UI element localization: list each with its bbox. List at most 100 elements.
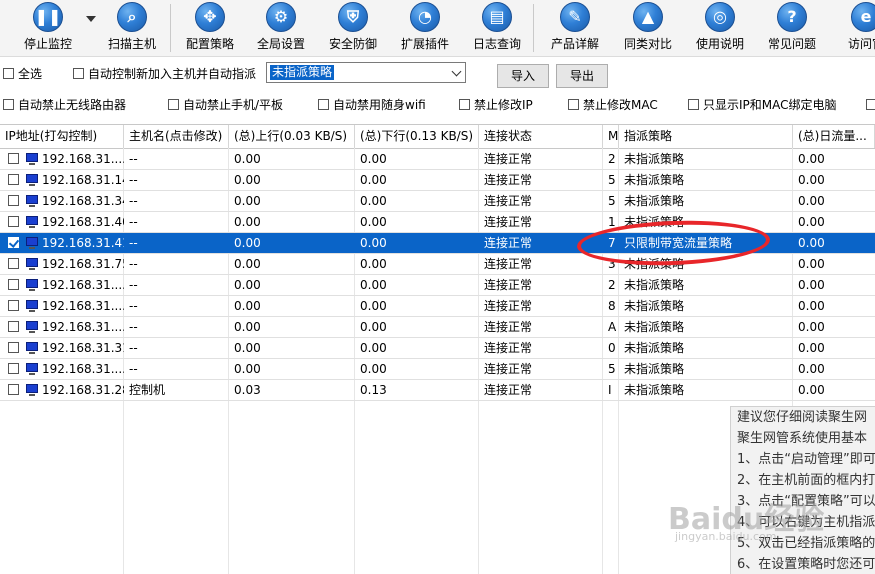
- cell-policy: 未指派策略: [624, 194, 685, 208]
- option-5[interactable]: 禁止修改MAC: [568, 97, 658, 113]
- option-2[interactable]: 自动禁止手机/平板: [168, 97, 283, 113]
- computer-icon: [26, 384, 38, 396]
- log-icon: ▤: [482, 2, 512, 32]
- select-all-checkbox[interactable]: [3, 68, 14, 79]
- toolbar-button-9[interactable]: ▲ 同类对比: [622, 0, 674, 56]
- import-button[interactable]: 导入: [497, 64, 549, 88]
- cell-status: 连接正常: [484, 362, 533, 376]
- cell-daily: 0.00: [798, 194, 825, 208]
- option-checkbox[interactable]: [688, 99, 699, 110]
- option-1[interactable]: 自动禁止无线路由器: [3, 97, 126, 113]
- toolbar: ❚❚ 停止监控 ⌕ 扫描主机 ✥ 配置策略 ⚙ 全局设置 ⛨ 安全防御 ◔ 扩展插件 ▤ 日志查询 ✎ 产品详…: [0, 0, 875, 57]
- cell-up: 0.00: [234, 173, 261, 187]
- option-checkbox[interactable]: [568, 99, 579, 110]
- chevron-down-icon[interactable]: [451, 66, 462, 77]
- cell-policy: 未指派策略: [624, 278, 685, 292]
- cell-down: 0.00: [360, 215, 387, 229]
- table-row[interactable]: 192.168.31.75 -- 0.00 0.00 连接正常 3 未指派策略 0.00: [0, 254, 875, 275]
- column-header[interactable]: 指派策略: [619, 125, 793, 148]
- row-checkbox[interactable]: [8, 195, 19, 206]
- column-header[interactable]: (总)上行(0.03 KB/S): [229, 125, 355, 148]
- cell-daily: 0.00: [798, 320, 825, 334]
- help-line: 2、在主机前面的框内打: [737, 473, 875, 488]
- table-row[interactable]: 192.168.31.... -- 0.00 0.00 连接正常 2 未指派策略 0.00: [0, 149, 875, 170]
- toolbar-button-label: 扫描主机: [107, 37, 156, 51]
- option-4[interactable]: 禁止修改IP: [459, 97, 533, 113]
- toolbar-button-10[interactable]: ◎ 使用说明: [694, 0, 746, 56]
- column-header[interactable]: (总)日流量...: [793, 125, 875, 148]
- question-icon: ?: [777, 2, 807, 32]
- option-checkbox[interactable]: [318, 99, 329, 110]
- cell-daily: 0.00: [798, 341, 825, 355]
- auto-control-option[interactable]: 自动控制新加入主机并自动指派: [73, 66, 256, 82]
- row-checkbox[interactable]: [8, 153, 19, 164]
- option-label: 自动禁用随身wifi: [333, 98, 426, 112]
- option-checkbox[interactable]: [168, 99, 179, 110]
- toolbar-button-11[interactable]: ? 常见问题: [766, 0, 818, 56]
- help-line: 6、在设置策略时您还可: [737, 557, 875, 572]
- row-checkbox[interactable]: [8, 342, 19, 353]
- cell-down: 0.13: [360, 383, 387, 397]
- table-row[interactable]: 192.168.31.28 控制机 0.03 0.13 连接正常 I 未指派策略 0.00: [0, 380, 875, 401]
- option-checkbox[interactable]: [3, 99, 14, 110]
- table-row[interactable]: 192.168.31.34 -- 0.00 0.00 连接正常 5 未指派策略 0.00: [0, 191, 875, 212]
- row-checkbox[interactable]: [8, 363, 19, 374]
- cell-m: 5: [608, 173, 616, 187]
- pie-icon: ◔: [410, 2, 440, 32]
- table-row[interactable]: 192.168.31.... -- 0.00 0.00 连接正常 A 未指派策略 0.00: [0, 317, 875, 338]
- cell-down: 0.00: [360, 278, 387, 292]
- option-checkbox[interactable]: [459, 99, 470, 110]
- auto-control-checkbox[interactable]: [73, 68, 84, 79]
- table-row[interactable]: 192.168.31.... -- 0.00 0.00 连接正常 8 未指派策略 0.00: [0, 296, 875, 317]
- toolbar-button-3[interactable]: ✥ 配置策略: [184, 0, 236, 56]
- cell-up: 0.00: [234, 299, 261, 313]
- table-row[interactable]: 192.168.31.31 -- 0.00 0.00 连接正常 0 未指派策略 0.00: [0, 338, 875, 359]
- toolbar-button-7[interactable]: ▤ 日志查询: [471, 0, 523, 56]
- column-header[interactable]: 主机名(点击修改): [124, 125, 229, 148]
- toolbar-button-6[interactable]: ◔ 扩展插件: [399, 0, 451, 56]
- computer-icon: [26, 153, 38, 165]
- row-checkbox[interactable]: [8, 300, 19, 311]
- table-row[interactable]: 192.168.31.... -- 0.00 0.00 连接正常 2 未指派策略 0.00: [0, 275, 875, 296]
- cell-m: 8: [608, 299, 616, 313]
- column-header[interactable]: (总)下行(0.13 KB/S): [355, 125, 479, 148]
- toolbar-button-4[interactable]: ⚙ 全局设置: [255, 0, 307, 56]
- gear-icon: ⚙: [266, 2, 296, 32]
- option-label: 自动禁止手机/平板: [183, 98, 284, 112]
- row-checkbox[interactable]: [8, 216, 19, 227]
- toolbar-button-8[interactable]: ✎ 产品详解: [549, 0, 601, 56]
- export-button[interactable]: 导出: [556, 64, 608, 88]
- option-checkbox-cut[interactable]: [866, 99, 875, 110]
- baidu-watermark-url: jingyan.baidu.com: [675, 530, 777, 543]
- row-checkbox[interactable]: [8, 237, 19, 248]
- cell-host: --: [129, 257, 138, 271]
- policy-select[interactable]: 未指派策略: [266, 62, 466, 83]
- column-header[interactable]: M: [603, 125, 619, 148]
- column-header[interactable]: 连接状态: [479, 125, 603, 148]
- option-6[interactable]: 只显示IP和MAC绑定电脑: [688, 97, 837, 113]
- computer-icon: [26, 216, 38, 228]
- row-checkbox[interactable]: [8, 258, 19, 269]
- cell-host: 控制机: [129, 383, 166, 397]
- row-checkbox[interactable]: [8, 384, 19, 395]
- table-row[interactable]: 192.168.31.14 -- 0.00 0.00 连接正常 5 未指派策略 0.00: [0, 170, 875, 191]
- cell-ip: 192.168.31.31: [42, 341, 124, 355]
- cell-m: 2: [608, 278, 616, 292]
- cell-daily: 0.00: [798, 362, 825, 376]
- toolbar-button-1[interactable]: ❚❚ 停止监控: [22, 0, 74, 56]
- row-checkbox[interactable]: [8, 321, 19, 332]
- row-checkbox[interactable]: [8, 174, 19, 185]
- table-row[interactable]: 192.168.31.... -- 0.00 0.00 连接正常 5 未指派策略 0.00: [0, 359, 875, 380]
- cell-status: 连接正常: [484, 278, 533, 292]
- column-header[interactable]: IP地址(打勾控制): [0, 125, 124, 148]
- option-3[interactable]: 自动禁用随身wifi: [318, 97, 426, 113]
- graduation-icon: ▲: [633, 2, 663, 32]
- dropdown-arrow-icon[interactable]: [86, 16, 96, 22]
- select-all-option[interactable]: 全选: [3, 66, 42, 82]
- toolbar-button-12[interactable]: e 访问官: [840, 0, 875, 56]
- toolbar-button-5[interactable]: ⛨ 安全防御: [327, 0, 379, 56]
- toolbar-button-2[interactable]: ⌕ 扫描主机: [106, 0, 158, 56]
- cell-daily: 0.00: [798, 383, 825, 397]
- cell-host: --: [129, 236, 138, 250]
- row-checkbox[interactable]: [8, 279, 19, 290]
